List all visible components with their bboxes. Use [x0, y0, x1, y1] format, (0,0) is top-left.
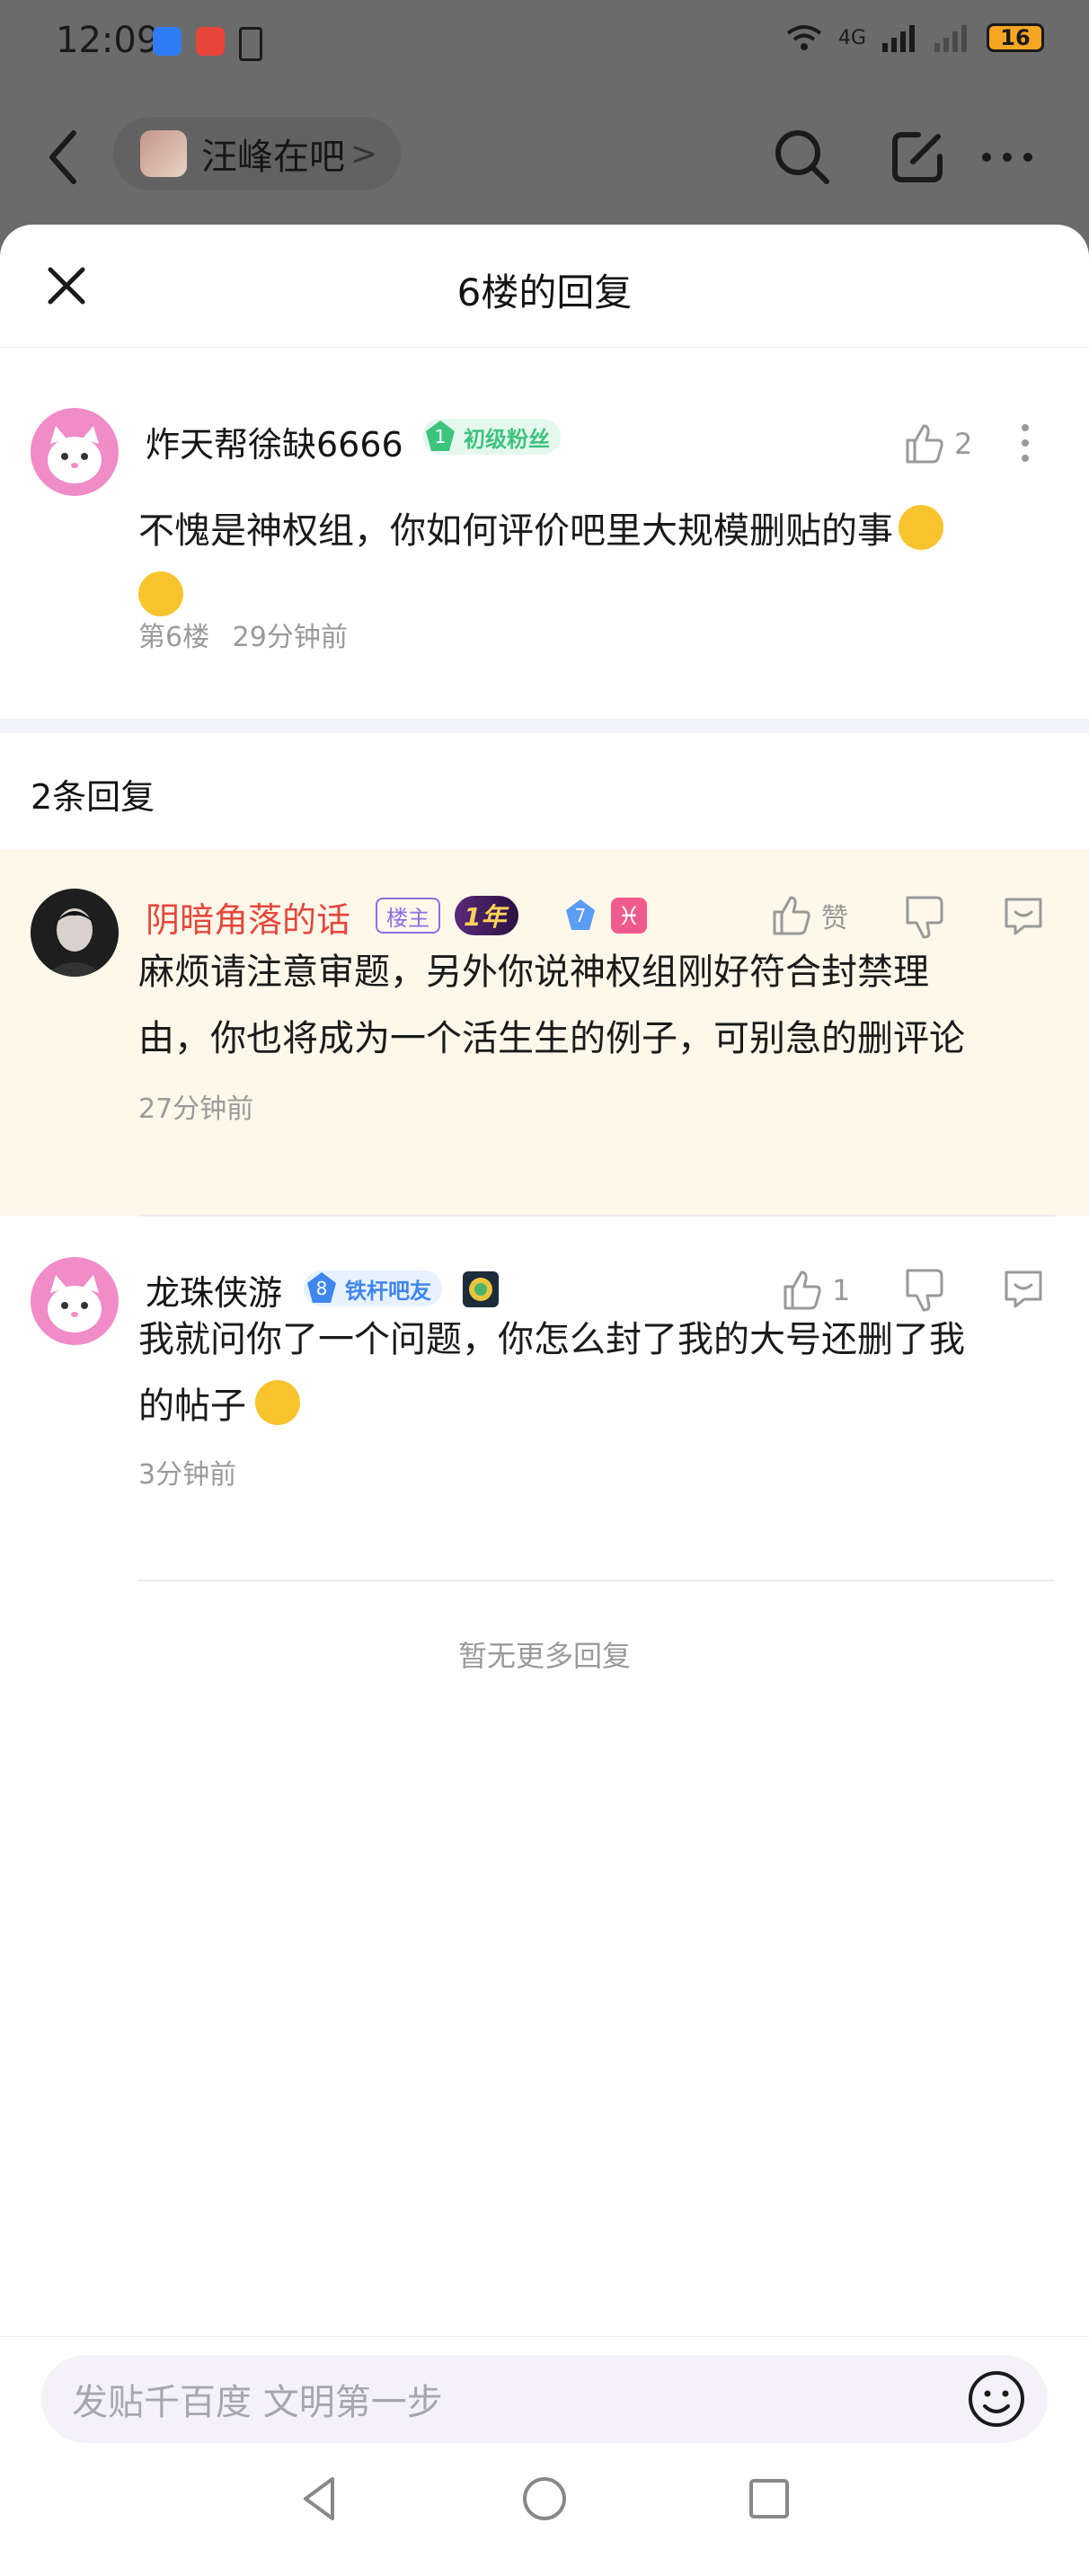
status-bar: 12:09 4G 16 — [0, 0, 1089, 90]
post-meta: 第6楼 29分钟前 — [138, 615, 348, 654]
battery-indicator: 16 — [987, 23, 1044, 52]
more-icon[interactable] — [976, 126, 1039, 189]
reply-count: 2条回复 — [31, 777, 155, 817]
reply-text-line: 我就问你了一个问题，你怎么封了我的大号还删了我 — [138, 1319, 965, 1360]
no-more-replies: 暂无更多回复 — [457, 1639, 631, 1673]
reply-text: 我就问你了一个问题，你怎么封了我的大号还删了我 的帖子 — [138, 1306, 1055, 1439]
username-host[interactable]: 阴暗角落的话 — [146, 892, 350, 942]
divider — [138, 1580, 1055, 1581]
reply-text-line: 麻烦请注意审题，另外你说神权组刚好符合封禁理 — [138, 952, 929, 993]
edit-icon[interactable] — [886, 126, 949, 189]
shield-app-icon — [153, 27, 182, 56]
host-badge: 楼主 — [376, 898, 440, 934]
reply-item: 龙珠侠游 8 铁杆吧友 1 我就问你了一个问题，你怎么封了我的大号还删了我 的帖… — [0, 1217, 1089, 1585]
section-divider — [0, 719, 1089, 733]
nav-recents-icon[interactable] — [742, 2472, 796, 2526]
reply-time: 3分钟前 — [138, 1459, 237, 1491]
like-count: 2 — [954, 427, 973, 461]
vibrate-icon — [239, 27, 262, 61]
level-number: 7 — [574, 905, 587, 926]
portrait-avatar-icon — [31, 889, 119, 977]
more-vertical-icon[interactable] — [1012, 420, 1039, 465]
avatar[interactable] — [31, 1257, 119, 1345]
thumb-up-icon — [784, 1270, 821, 1310]
pisces-icon: ♓ — [611, 898, 647, 934]
laugh-cry-emoji-icon — [138, 571, 183, 616]
post-text-line: 不愧是神权组，你如何评价吧里大规模删贴的事 — [138, 510, 893, 552]
level-number: 8 — [315, 1278, 328, 1299]
sheet-title: 6楼的回复 — [456, 270, 633, 314]
level-number: 1 — [434, 426, 447, 447]
year-badge: 1年 — [455, 896, 519, 935]
thumb-down-icon[interactable] — [900, 892, 949, 941]
level-gem-icon: 8 — [304, 1270, 340, 1306]
comment-input[interactable]: 发贴千百度 文明第一步 — [41, 2355, 1048, 2443]
bottom-bar: 发贴千百度 文明第一步 — [0, 2336, 1089, 2576]
reply-sheet: 6楼的回复 炸天帮徐缺6666 1 初级粉丝 2 不愧是神权组，你如何评价吧里大… — [0, 225, 1089, 2576]
badge-label: 初级粉丝 — [464, 426, 550, 452]
nav-back-icon[interactable] — [293, 2472, 347, 2526]
like-button[interactable]: 赞 — [769, 894, 848, 937]
like-button[interactable]: 2 — [902, 422, 972, 465]
medal-icon — [463, 1271, 499, 1307]
reply-item: 阴暗角落的话 楼主 1年 7 ♓ 赞 麻烦请注意审题，另外你说神权组刚好符合封禁… — [0, 849, 1089, 1216]
post-text: 不愧是神权组，你如何评价吧里大规模删贴的事 — [138, 498, 1037, 631]
thinking-emoji-icon — [255, 1380, 300, 1425]
comment-placeholder: 发贴千百度 文明第一步 — [72, 2382, 443, 2423]
reply-text: 麻烦请注意审题，另外你说神权组刚好符合封禁理 由，你也将成为一个活生生的例子，可… — [138, 939, 1055, 1072]
chevron-right-icon: > — [350, 135, 378, 173]
thumb-up-icon — [773, 896, 810, 935]
forum-avatar — [140, 130, 187, 177]
username[interactable]: 炸天帮徐缺6666 — [146, 417, 403, 466]
reply-icon[interactable] — [999, 892, 1048, 941]
laugh-cry-emoji-icon — [899, 505, 943, 550]
search-icon[interactable] — [771, 126, 834, 189]
top-nav: 汪峰在吧 > — [0, 90, 1089, 225]
floor-number: 第6楼 — [138, 622, 210, 653]
cat-avatar-icon — [31, 1257, 119, 1345]
qidian-app-icon — [196, 27, 225, 56]
like-label: 赞 — [821, 903, 848, 934]
wifi-icon — [786, 25, 822, 50]
network-label: 4G — [837, 26, 866, 49]
avatar[interactable] — [31, 408, 119, 496]
tie-badge: 8 铁杆吧友 — [304, 1270, 442, 1306]
emoji-icon[interactable] — [965, 2368, 1028, 2430]
forum-pill[interactable]: 汪峰在吧 > — [113, 117, 401, 190]
avatar[interactable] — [31, 889, 119, 977]
like-button[interactable]: 1 — [780, 1269, 850, 1312]
back-icon[interactable] — [41, 126, 86, 189]
status-right: 4G 16 — [786, 23, 1044, 52]
reply-text-line: 的帖子 — [138, 1385, 246, 1427]
status-time: 12:09 — [56, 20, 160, 61]
signal-icon — [882, 25, 915, 52]
post-time: 29分钟前 — [232, 622, 348, 653]
nav-home-icon[interactable] — [518, 2472, 571, 2526]
thumb-up-icon — [906, 424, 943, 464]
level-gem-icon: 7 — [562, 898, 598, 934]
signal-2-icon — [934, 25, 967, 52]
main-post: 炸天帮徐缺6666 1 初级粉丝 2 不愧是神权组，你如何评价吧里大规模删贴的事… — [0, 347, 1089, 719]
forum-name: 汪峰在吧 — [201, 137, 345, 178]
cat-avatar-icon — [31, 408, 119, 496]
like-count: 1 — [832, 1273, 851, 1307]
fan-badge: 1 初级粉丝 — [422, 419, 561, 455]
reply-time: 27分钟前 — [138, 1093, 254, 1125]
reply-text-line: 由，你也将成为一个活生生的例子，可别急的删评论 — [138, 1018, 965, 1059]
badge-label: 铁杆吧友 — [345, 1278, 431, 1304]
level-gem-icon: 1 — [422, 419, 458, 455]
sheet-header: 6楼的回复 — [0, 225, 1089, 348]
